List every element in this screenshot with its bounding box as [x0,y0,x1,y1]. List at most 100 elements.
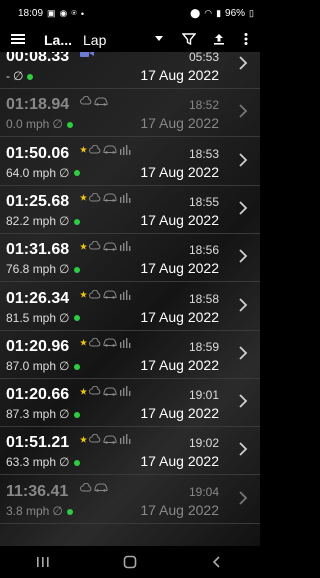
chevron-right-icon[interactable] [238,345,248,361]
chevron-right-icon[interactable] [238,55,248,71]
overflow-menu-button[interactable] [238,31,254,47]
lap-row[interactable]: 01:51.21 63.3 mph ∅ 19:02 17 Aug 2022 [0,426,260,476]
lap-speed-line: - ∅ [6,69,34,83]
lap-date: 17 Aug 2022 [140,356,219,373]
lap-row[interactable]: 01:50.06 64.0 mph ∅ 18:53 17 Aug 2022 [0,137,260,186]
weather-icon [89,144,101,154]
chevron-right-icon[interactable] [238,103,248,119]
lap-date: 17 Aug 2022 [140,453,219,470]
weather-icon [89,434,101,443]
lap-date: 17 Aug 2022 [140,211,219,228]
lap-row[interactable]: 01:18.94 0.0 mph ∅ 18:52 17 Aug 2022 [0,88,260,138]
chevron-right-icon[interactable] [238,441,248,457]
lap-icons [80,96,108,106]
lap-speed-line: 82.2 mph ∅ [6,214,80,228]
signal-icon: ▮ [216,8,222,18]
battery-icon: ▯ [249,8,254,18]
home-button[interactable] [110,550,150,574]
star-icon [80,435,87,443]
chevron-right-icon[interactable] [238,393,248,409]
sensor-bars-icon [120,386,131,397]
lap-date: 17 Aug 2022 [140,163,219,180]
diameter-icon: ∅ [13,69,24,83]
gallery-notification-icon: ▣ [47,8,56,18]
lap-speed: 3.8 mph [6,503,50,518]
lap-time: 01:25.68 [6,192,70,210]
car-icon [103,435,117,444]
home-icon [123,555,137,569]
lap-date: 17 Aug 2022 [140,67,219,83]
diameter-icon: ∅ [52,503,63,518]
lap-speed: 82.2 mph [6,213,57,228]
status-bar: 18:09 ▣ ◉ ⍟ • ⬤ ◠ ▮ 96% ▯ [0,0,260,28]
lap-row[interactable]: 00:08.33 - ∅ 05:53 17 Aug 2022 [0,52,260,89]
lap-start-time: 05:53 [188,52,219,64]
lap-speed-line: 0.0 mph ∅ [6,117,73,131]
lap-row[interactable]: 01:25.68 82.2 mph ∅ 18:55 17 Aug 2022 [0,185,260,234]
lap-date: 17 Aug 2022 [140,501,219,518]
sensor-bars-icon [120,144,131,155]
diameter-icon: ∅ [59,213,70,228]
view-dropdown[interactable]: Lap [83,32,163,48]
back-button[interactable] [197,550,237,574]
chevron-right-icon[interactable] [238,200,248,216]
lap-row[interactable]: 01:31.68 76.8 mph ∅ 18:56 17 Aug 2022 [0,233,260,283]
toolbar-title: La... [44,32,73,48]
status-dot-icon [66,122,73,129]
status-time: 18:09 [18,8,44,19]
chevron-right-icon[interactable] [238,248,248,264]
status-dot-icon [27,73,34,80]
star-icon [80,194,87,202]
lap-icons [80,337,133,348]
lap-time: 01:31.68 [6,241,70,259]
diameter-icon: ∅ [59,165,70,180]
lap-date: 17 Aug 2022 [140,115,219,132]
weather-icon [89,241,101,250]
lap-time: 01:20.96 [6,337,70,355]
lap-speed: 76.8 mph [6,262,57,277]
location-icon: ⬤ [190,8,201,18]
lap-speed-line: 63.3 mph ∅ [6,455,80,469]
sensor-bars-icon [120,192,131,203]
diameter-icon: ∅ [59,455,70,470]
lap-time: 01:20.66 [6,386,70,404]
lap-icons [80,482,108,493]
lap-speed: 0.0 mph [6,117,50,132]
lap-start-time: 18:56 [188,243,219,258]
lap-list[interactable]: 00:08.33- ∅ 05:53 17 Aug 2022 01:18.94 0.0 mp… [0,52,260,546]
weather-icon [89,192,101,202]
chevron-right-icon[interactable] [238,297,248,313]
chevron-right-icon[interactable] [238,490,248,506]
chevron-right-icon[interactable] [238,152,248,168]
status-dot-icon [73,363,80,370]
lap-date: 17 Aug 2022 [140,308,219,325]
lap-speed-line: 87.3 mph ∅ [6,407,80,421]
filter-button[interactable] [181,31,197,47]
lap-time: 01:51.21 [6,434,70,452]
sensor-bars-icon [120,337,131,348]
lap-row[interactable]: 11:36.41 3.8 mph ∅ 19:04 17 Aug 2022 [0,475,260,524]
lap-time: 01:50.06 [6,144,70,162]
diameter-icon: ∅ [59,358,70,373]
star-icon [80,242,87,250]
lap-time: 01:26.34 [6,289,70,307]
lap-speed-line: 64.0 mph ∅ [6,166,80,180]
recents-icon [37,557,49,567]
lap-icons [80,52,94,58]
weather-icon [89,386,101,395]
sensor-bars-icon [120,289,131,300]
menu-icon[interactable] [11,32,25,46]
lap-speed-line: 76.8 mph ∅ [6,262,80,276]
weather-icon [89,337,101,347]
lap-date: 17 Aug 2022 [140,260,219,277]
car-icon [103,145,117,154]
lap-time: 11:36.41 [6,482,69,500]
car-icon [103,290,117,299]
lap-row[interactable]: 01:20.66 87.3 mph ∅ 19:01 17 Aug 2022 [0,378,260,428]
recents-button[interactable] [23,550,63,574]
back-icon [212,556,220,568]
lap-time: 01:18.94 [6,96,70,114]
export-button[interactable] [211,31,227,47]
lap-row[interactable]: 01:20.96 87.0 mph ∅ 18:59 17 Aug 2022 [0,330,260,379]
lap-row[interactable]: 01:26.34 81.5 mph ∅ 18:58 17 Aug 2022 [0,282,260,331]
